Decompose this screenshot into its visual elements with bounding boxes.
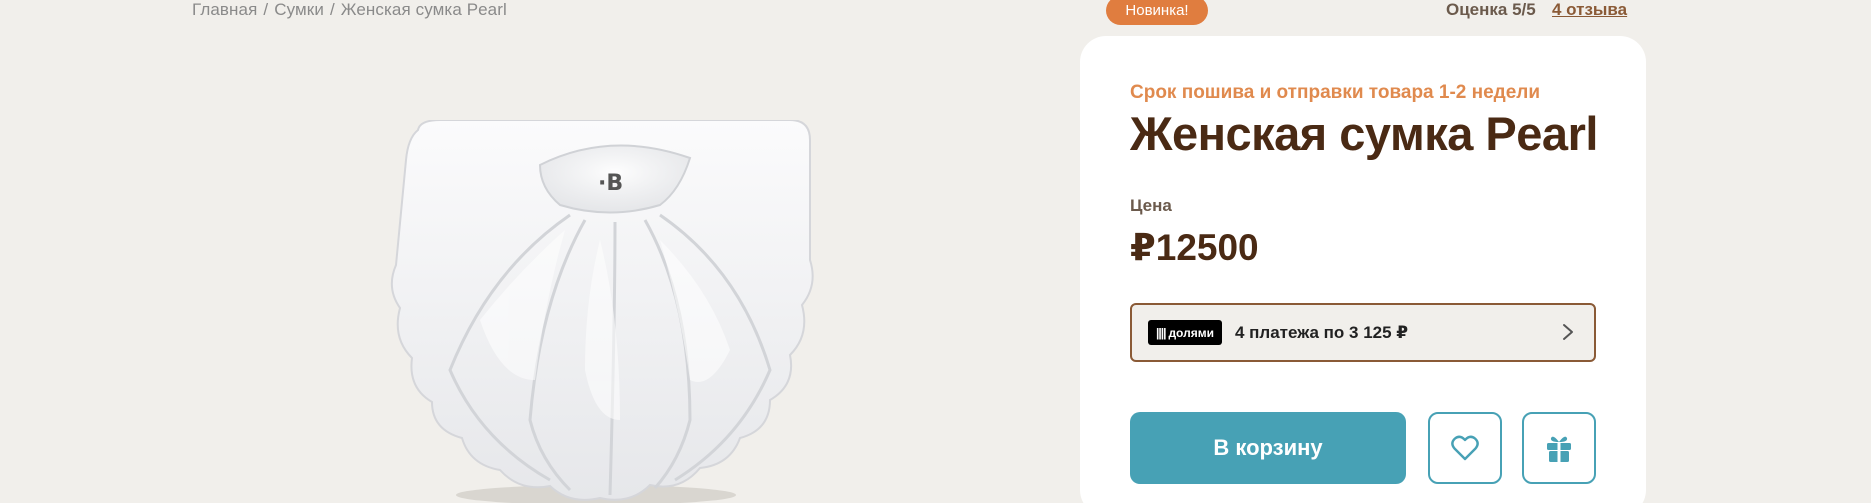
shell-bag-image: ·B [390, 119, 814, 503]
breadcrumb-home-link[interactable]: Главная [192, 0, 257, 19]
breadcrumb-bags-link[interactable]: Сумки [274, 0, 324, 19]
chevron-right-icon [1563, 324, 1573, 340]
dolyami-logo: |||| долями [1148, 320, 1222, 345]
new-badge: Новинка! [1106, 0, 1208, 25]
lead-time-note: Срок пошива и отправки товара 1-2 недели [1130, 82, 1541, 103]
breadcrumb: Главная / Сумки / Женская сумка Pearl [192, 0, 507, 20]
heart-icon [1451, 435, 1479, 461]
product-price: ₽12500 [1130, 227, 1259, 268]
dolyami-logo-text: долями [1168, 325, 1214, 340]
product-card: Срок пошива и отправки товара 1-2 недели… [1080, 36, 1646, 503]
svg-text:·B: ·B [598, 171, 623, 196]
dolyami-installment-text: 4 платежа по 3 125 ₽ [1234, 322, 1409, 342]
product-page: Главная / Сумки / Женская сумка Pearl Новинк… [0, 0, 1871, 503]
product-title: Женская сумка Pearl [1130, 107, 1598, 160]
breadcrumb-separator: / [329, 0, 335, 19]
add-to-cart-button[interactable]: В корзину [1130, 412, 1406, 484]
product-image[interactable]: ·B [370, 119, 850, 503]
dolyami-logo-bars: |||| [1156, 325, 1166, 340]
price-label: Цена [1130, 196, 1172, 215]
dolyami-installment-banner[interactable]: |||| долями 4 платежа по 3 125 ₽ [1130, 303, 1596, 362]
gift-button[interactable] [1522, 412, 1596, 484]
reviews-link[interactable]: 4 отзыва [1552, 0, 1627, 20]
rating-label: Оценка 5/5 [1446, 0, 1536, 19]
add-to-favorites-button[interactable] [1428, 412, 1502, 484]
breadcrumb-current: Женская сумка Pearl [340, 0, 507, 19]
breadcrumb-separator: / [263, 0, 269, 19]
gift-icon [1547, 436, 1571, 462]
